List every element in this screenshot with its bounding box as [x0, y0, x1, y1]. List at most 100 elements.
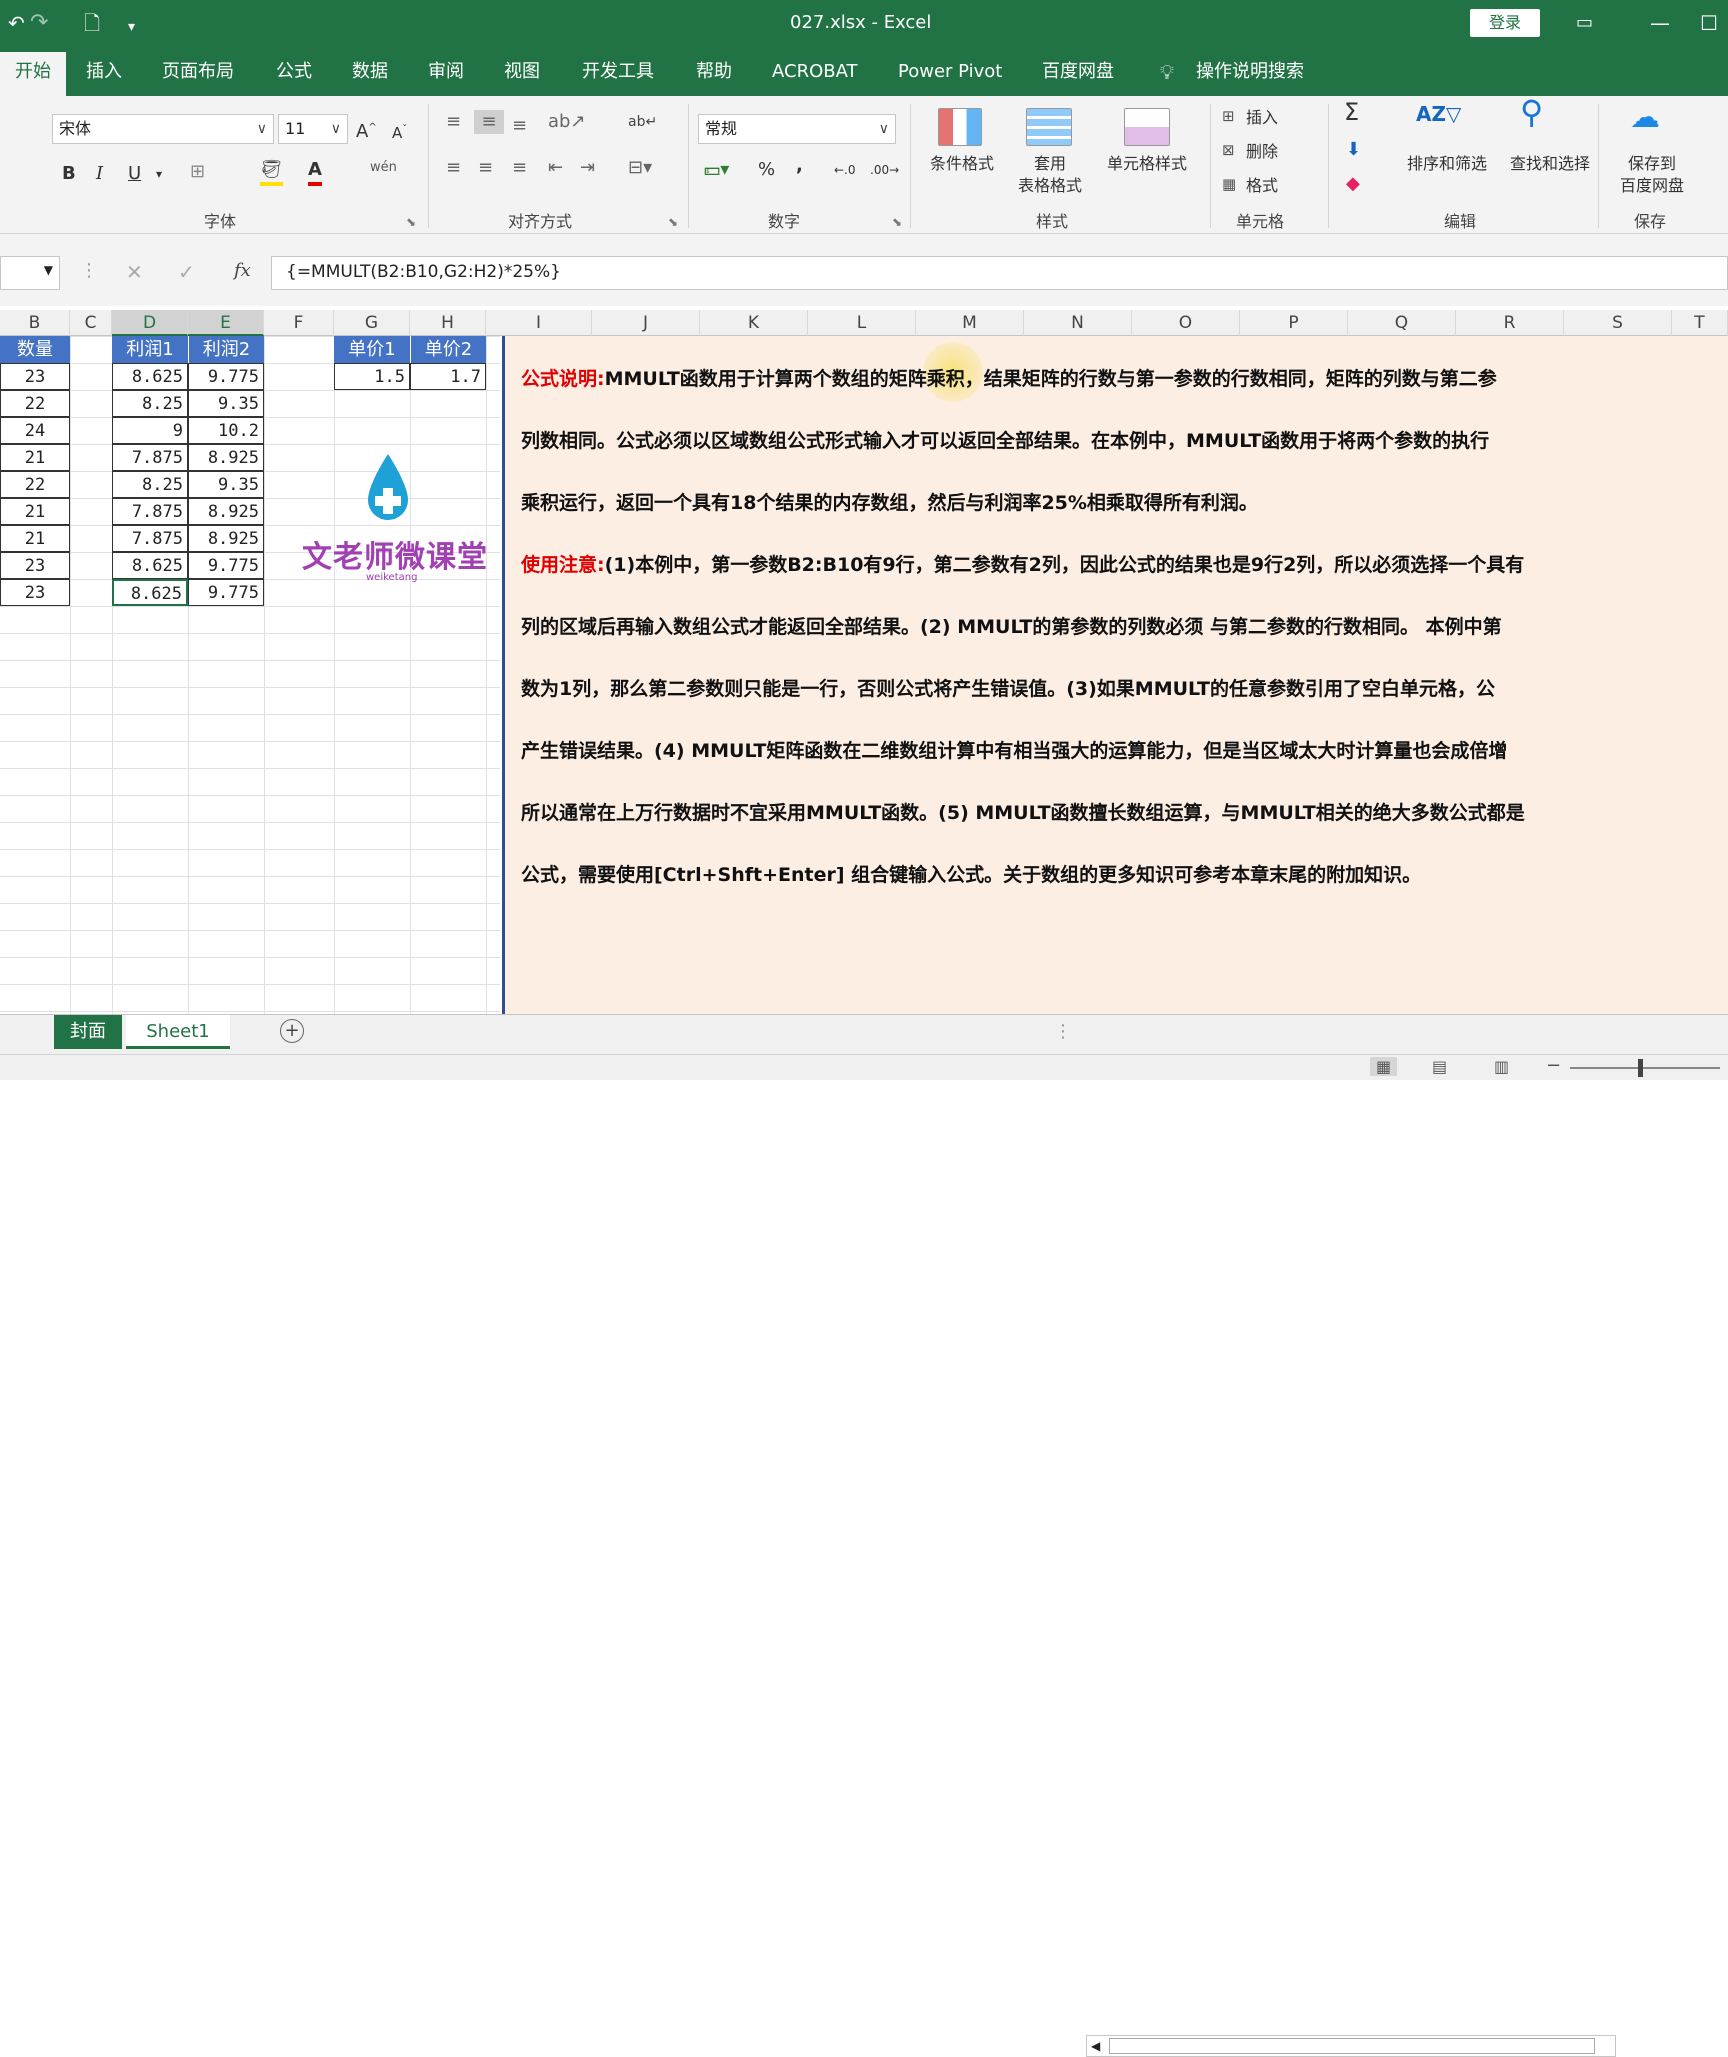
table-format-button[interactable]: 套用	[1010, 154, 1090, 174]
conditional-format-button[interactable]: 条件格式	[922, 154, 1002, 174]
table-cell-p2[interactable]: 10.2	[188, 417, 264, 444]
col-header-c[interactable]: C	[70, 310, 112, 336]
fill-color-icon[interactable]: 🪣︎	[260, 158, 283, 186]
cancel-icon[interactable]: ✕	[126, 260, 143, 284]
delete-button[interactable]: 删除	[1246, 142, 1278, 162]
table-cell-p2[interactable]: 9.775	[188, 363, 264, 390]
table-cell-p1[interactable]: 7.875	[112, 444, 188, 471]
dialog-launcher-icon[interactable]: ⬊	[406, 210, 416, 234]
orientation-icon[interactable]: ab↗	[548, 110, 586, 134]
redo-icon[interactable]: ↷	[30, 10, 48, 36]
tell-me-search[interactable]: 操作说明搜索	[1196, 58, 1304, 86]
col-header-g[interactable]: G	[334, 310, 410, 336]
zoom-slider[interactable]	[1570, 1067, 1720, 1069]
ribbon-display-icon[interactable]: ▭	[1576, 10, 1593, 36]
phonetic-button[interactable]: wén	[370, 156, 397, 180]
drag-handle-icon[interactable]: ⋮	[80, 260, 98, 281]
clear-icon[interactable]: ◆	[1346, 172, 1360, 196]
number-format-combo[interactable]: 常规 ∨	[698, 114, 896, 144]
header-price2[interactable]: 单价2	[410, 336, 486, 363]
col-header-o[interactable]: O	[1132, 310, 1240, 336]
table-cell-p2[interactable]: 8.925	[188, 498, 264, 525]
table-cell-p2[interactable]: 8.925	[188, 444, 264, 471]
tab-baidu[interactable]: 百度网盘	[1042, 58, 1114, 86]
table-cell-qty[interactable]: 21	[0, 498, 70, 525]
tab-help[interactable]: 帮助	[696, 58, 732, 86]
col-header-s[interactable]: S	[1564, 310, 1672, 336]
comma-button[interactable]: ,	[796, 154, 803, 178]
price1-cell[interactable]: 1.5	[334, 363, 410, 390]
table-cell-qty[interactable]: 21	[0, 444, 70, 471]
customize-qat-icon[interactable]: ▾	[128, 14, 135, 40]
accounting-format-icon[interactable]: 💵︎▾	[704, 158, 729, 182]
align-middle-icon[interactable]: ≡	[474, 110, 504, 134]
table-cell-p2[interactable]: 8.925	[188, 525, 264, 552]
italic-button[interactable]: I	[96, 162, 103, 186]
align-bottom-icon[interactable]: ≡	[512, 114, 527, 138]
header-qty[interactable]: 数量	[0, 336, 70, 363]
find-select-button[interactable]: 查找和选择	[1490, 154, 1610, 174]
tab-developer[interactable]: 开发工具	[582, 58, 654, 86]
decrease-indent-icon[interactable]: ⇤	[548, 156, 563, 180]
save-cloud-button-line2[interactable]: 百度网盘	[1612, 176, 1692, 196]
border-icon[interactable]: ⊞	[190, 160, 205, 184]
table-cell-p1[interactable]: 8.25	[112, 390, 188, 417]
decrease-decimal-icon[interactable]: .00→	[870, 158, 899, 182]
merge-center-icon[interactable]: ⊟▾	[628, 156, 652, 180]
table-cell-p1[interactable]: 8.625	[112, 579, 188, 606]
table-cell-qty[interactable]: 22	[0, 390, 70, 417]
tab-data[interactable]: 数据	[352, 58, 388, 86]
increase-decimal-icon[interactable]: ←.0	[834, 158, 856, 182]
table-cell-qty[interactable]: 21	[0, 525, 70, 552]
col-header-t[interactable]: T	[1672, 310, 1728, 336]
font-size-combo[interactable]: 11 ∨	[278, 114, 348, 144]
add-sheet-icon[interactable]: +	[280, 1019, 304, 1043]
header-profit2[interactable]: 利润2	[188, 336, 264, 363]
increase-font-icon[interactable]: A^	[356, 116, 377, 144]
header-profit1[interactable]: 利润1	[112, 336, 188, 363]
tab-page-layout[interactable]: 页面布局	[162, 58, 234, 86]
table-cell-qty[interactable]: 24	[0, 417, 70, 444]
dialog-launcher-icon[interactable]: ⬊	[668, 210, 678, 234]
tab-formulas[interactable]: 公式	[276, 58, 312, 86]
col-header-n[interactable]: N	[1024, 310, 1132, 336]
format-button[interactable]: 格式	[1246, 176, 1278, 196]
sheet-tab-cover[interactable]: 封面	[54, 1015, 122, 1049]
col-header-i[interactable]: I	[486, 310, 592, 336]
cell-style-button[interactable]: 单元格样式	[1092, 154, 1202, 174]
table-cell-p1[interactable]: 7.875	[112, 498, 188, 525]
page-break-view-icon[interactable]: ▥	[1494, 1057, 1509, 1076]
header-price1[interactable]: 单价1	[334, 336, 410, 363]
col-header-p[interactable]: P	[1240, 310, 1348, 336]
zoom-slider-thumb[interactable]	[1638, 1059, 1643, 1077]
table-format-button-line2[interactable]: 表格格式	[1000, 176, 1100, 196]
col-header-m[interactable]: M	[916, 310, 1024, 336]
table-cell-p1[interactable]: 7.875	[112, 525, 188, 552]
col-header-h[interactable]: H	[410, 310, 486, 336]
table-cell-p2[interactable]: 9.35	[188, 390, 264, 417]
insert-function-icon[interactable]: fx	[234, 260, 251, 281]
table-cell-qty[interactable]: 23	[0, 579, 70, 606]
col-header-l[interactable]: L	[808, 310, 916, 336]
login-button[interactable]: 登录	[1470, 9, 1540, 37]
wrap-text-icon[interactable]: ab↵	[628, 110, 657, 134]
col-header-f[interactable]: F	[264, 310, 334, 336]
chevron-down-icon[interactable]: ▾	[156, 162, 162, 186]
fill-down-icon[interactable]: ⬇	[1346, 138, 1361, 162]
table-cell-qty[interactable]: 23	[0, 552, 70, 579]
table-cell-p2[interactable]: 9.35	[188, 471, 264, 498]
align-right-icon[interactable]: ≡	[512, 156, 527, 180]
col-header-r[interactable]: R	[1456, 310, 1564, 336]
save-cloud-button[interactable]: 保存到	[1612, 154, 1692, 174]
decrease-font-icon[interactable]: Aˇ	[392, 118, 407, 145]
underline-button[interactable]: U	[128, 162, 141, 186]
horizontal-scrollbar[interactable]: ◀	[1086, 2035, 1616, 2057]
tab-view[interactable]: 视图	[504, 58, 540, 86]
price2-cell[interactable]: 1.7	[410, 363, 486, 390]
col-header-d[interactable]: D	[112, 310, 188, 336]
tab-insert[interactable]: 插入	[86, 58, 122, 86]
col-header-k[interactable]: K	[700, 310, 808, 336]
table-cell-p2[interactable]: 9.775	[188, 552, 264, 579]
font-color-icon[interactable]: A	[308, 158, 322, 186]
dialog-launcher-icon[interactable]: ⬊	[892, 210, 902, 234]
